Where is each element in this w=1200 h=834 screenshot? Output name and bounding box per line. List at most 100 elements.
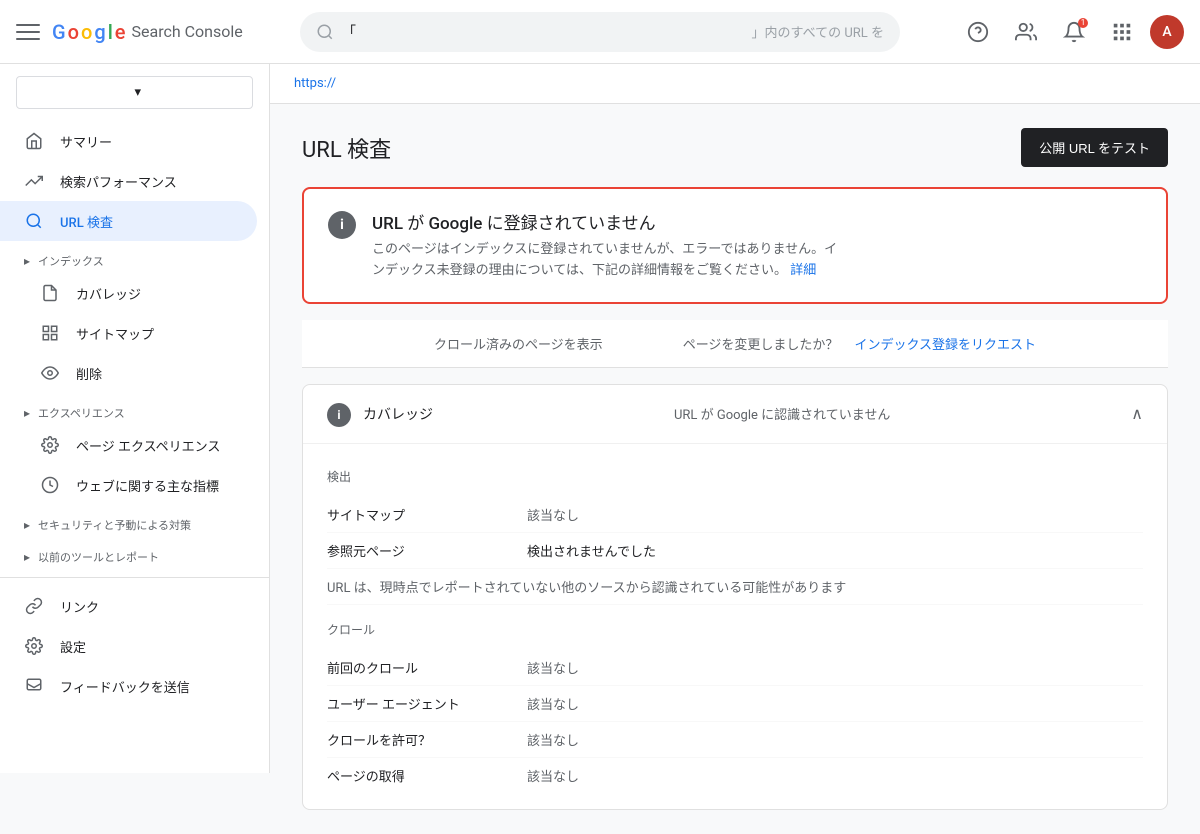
gauge-icon <box>40 475 60 495</box>
sidebar-label-page-experience: ページ エクスペリエンス <box>76 436 220 455</box>
logo-o2: o <box>81 20 92 44</box>
google-logo: Google Search Console <box>52 20 243 44</box>
url-note-row: URL は、現時点でレポートされていない他のソースから認識されている可能性があり… <box>327 569 1143 605</box>
index-request-group: ページを変更しましたか？ インデックス登録をリクエスト <box>683 334 1036 353</box>
user-agent-value: 該当なし <box>527 694 579 713</box>
last-crawl-label: 前回のクロール <box>327 658 527 677</box>
page-title: URL 検査 <box>302 132 391 164</box>
status-card-content: URL が Google に登録されていません このページはインデックスに登録さ… <box>372 209 837 282</box>
help-button[interactable] <box>958 12 998 52</box>
section-legacy-label: ▸ 以前のツールとレポート <box>0 537 269 569</box>
crawled-page-link[interactable]: クロール済みのページを表示 <box>434 334 603 353</box>
grid-button[interactable] <box>1102 12 1142 52</box>
search-icon <box>316 23 334 41</box>
sidebar-label-feedback: フィードバックを送信 <box>60 677 190 696</box>
sidebar-item-web-vitals[interactable]: ウェブに関する主な指標 <box>0 465 257 505</box>
sidebar-item-page-experience[interactable]: ページ エクスペリエンス <box>0 425 257 465</box>
sitemap-row: サイトマップ 該当なし <box>327 497 1143 533</box>
expand-legacy-icon[interactable]: ▸ <box>24 550 30 564</box>
notification-button[interactable]: 1 <box>1054 12 1094 52</box>
content-area: URL 検査 公開 URL をテスト i URL が Google に登録されて… <box>270 104 1200 834</box>
detection-section-label: 検出 <box>327 468 1143 485</box>
status-description: このページはインデックスに登録されていませんが、エラーではありません。インデック… <box>372 240 837 282</box>
status-card: i URL が Google に登録されていません このページはインデックスに登… <box>302 187 1168 304</box>
sidebar-label-sitemap: サイトマップ <box>76 324 154 343</box>
eye-icon <box>40 363 60 383</box>
sidebar-label-links: リンク <box>60 597 99 616</box>
logo-g: G <box>52 20 66 44</box>
accounts-button[interactable] <box>1006 12 1046 52</box>
coverage-info-icon: i <box>327 403 351 427</box>
section-index-label: ▸ インデックス <box>0 241 269 273</box>
search-nav-icon <box>24 211 44 231</box>
expand-index-icon[interactable]: ▸ <box>24 254 30 268</box>
coverage-title: カバレッジ <box>363 404 433 424</box>
changed-label: ページを変更しましたか？ <box>683 334 839 353</box>
sidebar-item-settings[interactable]: 設定 <box>0 626 257 666</box>
coverage-card: i カバレッジ URL が Google に認識されていません ∧ 検出 サイト… <box>302 384 1168 810</box>
hamburger-menu-icon[interactable] <box>16 20 40 44</box>
coverage-status: URL が Google に認識されていません <box>674 404 890 423</box>
sidebar-item-sitemap[interactable]: サイトマップ <box>0 313 257 353</box>
sidebar-label-coverage: カバレッジ <box>76 284 141 303</box>
trending-up-icon <box>24 171 44 191</box>
sidebar-label-web-vitals: ウェブに関する主な指標 <box>76 476 219 495</box>
expand-security-icon[interactable]: ▸ <box>24 518 30 532</box>
info-icon: i <box>328 211 356 239</box>
status-title: URL が Google に登録されていません <box>372 209 837 234</box>
main-content: https:// URL 検査 公開 URL をテスト i URL が Goog… <box>270 64 1200 834</box>
url-note: URL は、現時点でレポートされていない他のソースから認識されている可能性があり… <box>327 577 846 596</box>
settings-gear-icon <box>24 636 44 656</box>
action-bar: クロール済みのページを表示 ページを変更しましたか？ インデックス登録をリクエス… <box>302 320 1168 368</box>
logo-g2: g <box>94 20 105 44</box>
test-url-button[interactable]: 公開 URL をテスト <box>1021 128 1168 167</box>
expand-experience-icon[interactable]: ▸ <box>24 406 30 420</box>
sidebar-item-coverage[interactable]: カバレッジ <box>0 273 257 313</box>
crawl-allowed-label: クロールを許可？ <box>327 730 527 749</box>
sitemap-icon <box>40 323 60 343</box>
sidebar-label-summary: サマリー <box>60 132 112 151</box>
page-fetch-row: ページの取得 該当なし <box>327 758 1143 793</box>
feedback-icon <box>24 676 44 696</box>
sidebar-label-removal: 削除 <box>76 364 102 383</box>
section-security-label: ▸ セキュリティと予動による対策 <box>0 505 269 537</box>
search-input[interactable] <box>342 24 752 40</box>
last-crawl-value: 該当なし <box>527 658 579 677</box>
collapse-icon[interactable]: ∧ <box>1131 404 1143 423</box>
user-agent-row: ユーザー エージェント 該当なし <box>327 686 1143 722</box>
coverage-header: i カバレッジ URL が Google に認識されていません ∧ <box>303 385 1167 444</box>
notification-badge: 1 <box>1078 18 1088 28</box>
referrer-row: 参照元ページ 検出されませんでした <box>327 533 1143 569</box>
crawl-allowed-value: 該当なし <box>527 730 579 749</box>
last-crawl-row: 前回のクロール 該当なし <box>327 650 1143 686</box>
sitemap-label: サイトマップ <box>327 505 527 524</box>
index-request-link[interactable]: インデックス登録をリクエスト <box>854 334 1036 353</box>
crawl-section-label: クロール <box>327 621 1143 638</box>
page-fetch-value: 該当なし <box>527 766 579 785</box>
sidebar-item-url-inspection[interactable]: URL 検査 <box>0 201 257 241</box>
crawl-allowed-row: クロールを許可？ 該当なし <box>327 722 1143 758</box>
home-icon <box>24 131 44 151</box>
nav-divider <box>0 577 269 578</box>
search-bar: 」内のすべての URL を <box>300 12 900 52</box>
sidebar-item-summary[interactable]: サマリー <box>0 121 257 161</box>
url-bar: https:// <box>270 64 1200 104</box>
coverage-header-left: i カバレッジ <box>327 401 433 427</box>
search-hint: 」内のすべての URL を <box>752 22 884 41</box>
sidebar-label-search-performance: 検索パフォーマンス <box>60 172 177 191</box>
header: Google Search Console 」内のすべての URL を 1 A <box>0 0 1200 64</box>
chevron-down-icon: ▾ <box>135 85 241 100</box>
file-icon <box>40 283 60 303</box>
sidebar-item-feedback[interactable]: フィードバックを送信 <box>0 666 257 706</box>
logo-l: l <box>108 20 113 44</box>
page-fetch-label: ページの取得 <box>327 766 527 785</box>
sidebar-item-removal[interactable]: 削除 <box>0 353 257 393</box>
sidebar-item-search-performance[interactable]: 検索パフォーマンス <box>0 161 257 201</box>
referrer-value: 検出されませんでした <box>527 541 656 560</box>
logo-e: e <box>115 20 126 44</box>
property-selector[interactable]: ▾ <box>16 76 253 109</box>
status-detail-link[interactable]: 詳細 <box>790 263 816 278</box>
logo-o1: o <box>68 20 79 44</box>
avatar[interactable]: A <box>1150 15 1184 49</box>
sidebar-item-links[interactable]: リンク <box>0 586 257 626</box>
